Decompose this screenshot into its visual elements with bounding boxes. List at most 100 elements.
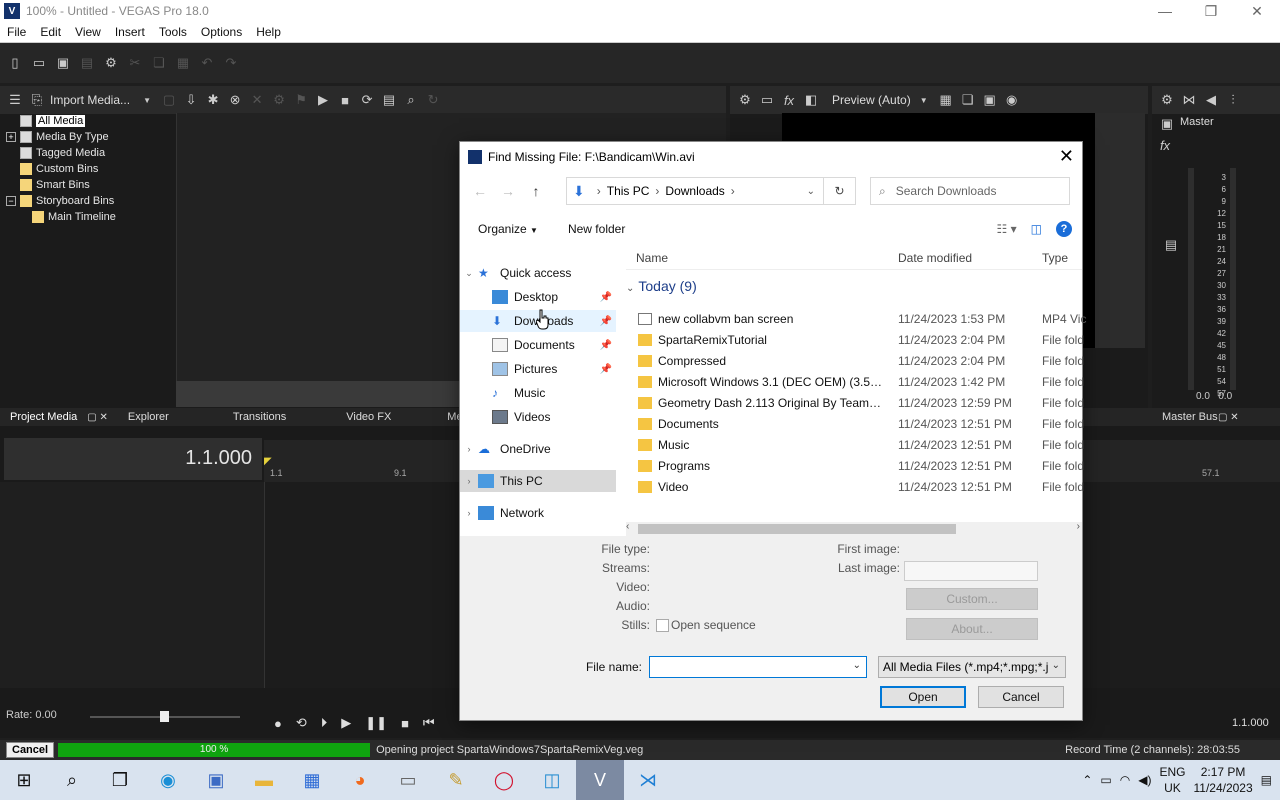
delete-icon[interactable]: ✕ xyxy=(248,91,266,109)
tree-item-all-media[interactable]: All Media xyxy=(6,113,171,129)
save-snapshot-icon[interactable]: ▣ xyxy=(981,91,999,109)
menu-file[interactable]: File xyxy=(0,25,33,39)
task-view-icon[interactable]: ❐ xyxy=(96,760,144,800)
file-row[interactable]: Compressed 11/24/2023 2:04 PM File fold xyxy=(626,350,1084,371)
preview-pane-icon[interactable]: ◫ xyxy=(1031,222,1042,236)
nav-desktop[interactable]: Desktop 📌 xyxy=(460,286,616,308)
play-icon[interactable]: ▶ xyxy=(341,715,351,731)
back-arrow-icon[interactable]: ← xyxy=(466,183,494,199)
scroll-left-icon[interactable]: ‹ xyxy=(626,521,629,532)
nav-network[interactable]: › Network xyxy=(460,502,616,524)
go-to-start-icon[interactable]: ⏮ xyxy=(423,715,435,731)
nav-this-pc[interactable]: › This PC xyxy=(460,470,616,492)
copy-icon[interactable]: ❏ xyxy=(150,54,168,72)
tab-master-bus[interactable]: Master Bus xyxy=(1152,411,1228,423)
loop-icon[interactable]: ⟲ xyxy=(296,715,307,731)
record-icon[interactable]: ● xyxy=(274,716,282,731)
nav-videos[interactable]: Videos xyxy=(460,406,616,428)
file-row[interactable]: Music 11/24/2023 12:51 PM File fold xyxy=(626,434,1084,455)
chevron-right-icon[interactable]: › xyxy=(460,508,478,518)
get-media-icon[interactable]: ⇩ xyxy=(182,91,200,109)
cut-icon[interactable]: ✂ xyxy=(126,54,144,72)
tree-item-storyboard-bins[interactable]: − Storyboard Bins xyxy=(6,193,171,209)
file-name-input[interactable]: ⌄ xyxy=(649,656,867,678)
file-type-select[interactable]: All Media Files (*.mp4;*.mpg;*.j ⌄ xyxy=(878,656,1066,678)
opera-icon[interactable]: ◯ xyxy=(480,760,528,800)
fx-icon[interactable]: fx xyxy=(1156,136,1174,154)
tab-close-icon[interactable]: ▢ ✕ xyxy=(87,412,108,423)
start-windows-icon[interactable]: ⊞ xyxy=(0,760,48,800)
file-row[interactable]: SpartaRemixTutorial 11/24/2023 2:04 PM Fil… xyxy=(626,329,1084,350)
chevron-up-icon[interactable]: ⌃ xyxy=(1082,773,1092,787)
menu-help[interactable]: Help xyxy=(249,25,288,39)
menu-view[interactable]: View xyxy=(68,25,108,39)
play-from-start-icon[interactable]: ⏵ xyxy=(321,715,328,731)
views-icon[interactable]: ▤ xyxy=(380,91,398,109)
file-row[interactable]: Programs 11/24/2023 12:51 PM File fold xyxy=(626,455,1084,476)
minimize-button[interactable]: — xyxy=(1142,0,1188,22)
menu-edit[interactable]: Edit xyxy=(33,25,68,39)
network-icon[interactable]: ▭ xyxy=(1100,773,1111,787)
media-fx-icon[interactable]: ✱ xyxy=(204,91,222,109)
column-date-modified[interactable]: Date modified xyxy=(898,251,972,265)
copy-snapshot-icon[interactable]: ❏ xyxy=(959,91,977,109)
search-input[interactable]: ⌕ Search Downloads xyxy=(870,177,1070,205)
file-row[interactable]: new collabvm ban screen 11/24/2023 1:53 P… xyxy=(626,308,1086,329)
stop-icon[interactable]: ■ xyxy=(401,716,409,731)
nav-music[interactable]: ♪ Music xyxy=(460,382,616,404)
expand-icon[interactable]: + xyxy=(6,132,16,142)
fader-handle-icon[interactable]: ▤ xyxy=(1162,236,1180,254)
chevron-right-icon[interactable]: › xyxy=(460,476,478,486)
file-row[interactable]: Documents 11/24/2023 12:51 PM File fold xyxy=(626,413,1084,434)
control-panel-icon[interactable]: ▣ xyxy=(192,760,240,800)
effects-icon[interactable]: ⚑ xyxy=(292,91,310,109)
capture-app-icon[interactable]: ◫ xyxy=(528,760,576,800)
remove-unused-icon[interactable]: ⊗ xyxy=(226,91,244,109)
chevron-down-icon[interactable]: ⌄ xyxy=(460,268,478,279)
file-row[interactable]: Microsoft Windows 3.1 (DEC OEM) (3.5-1..… xyxy=(626,371,1084,392)
search-icon[interactable]: ⌕ xyxy=(48,760,96,800)
nav-documents[interactable]: Documents 📌 xyxy=(460,334,616,356)
paste-icon[interactable]: ▦ xyxy=(174,54,192,72)
breadcrumb-this-pc[interactable]: This PC xyxy=(607,184,650,198)
chevron-down-icon[interactable]: ▼ xyxy=(138,91,156,109)
refresh-icon[interactable]: ↻ xyxy=(824,177,856,205)
cancel-button[interactable]: Cancel xyxy=(978,686,1064,708)
maximize-button[interactable]: ❐ xyxy=(1188,0,1234,22)
chevron-down-icon[interactable]: ⌄ xyxy=(807,186,815,197)
menu-options[interactable]: Options xyxy=(194,25,249,39)
downmix-icon[interactable]: ⋈ xyxy=(1180,91,1198,109)
new-folder-button[interactable]: New folder xyxy=(538,222,625,236)
grid-icon[interactable]: ▦ xyxy=(937,91,955,109)
chevron-down-icon[interactable]: ▼ xyxy=(915,91,933,109)
fx-icon[interactable]: fx xyxy=(780,91,798,109)
forward-arrow-icon[interactable]: → xyxy=(494,183,522,199)
preview-quality-dropdown[interactable]: Preview (Auto) xyxy=(832,93,911,107)
tab-transitions[interactable]: Transitions xyxy=(223,411,296,423)
firefox-icon[interactable]: ◕ xyxy=(336,760,384,800)
tree-item-smart-bins[interactable]: Smart Bins xyxy=(6,177,171,193)
close-button[interactable]: ✕ xyxy=(1234,0,1280,22)
view-options-icon[interactable]: ☷ ▾ xyxy=(997,222,1017,236)
split-screen-icon[interactable]: ◧ xyxy=(802,91,820,109)
tab-explorer[interactable]: Explorer xyxy=(118,411,179,423)
column-name[interactable]: Name xyxy=(636,251,668,265)
speaker-icon[interactable]: ◀ xyxy=(1202,91,1220,109)
capture-icon[interactable]: ▢ xyxy=(160,91,178,109)
playhead-marker-icon[interactable]: ◤ xyxy=(264,456,272,467)
auto-preview-icon[interactable]: ⟳ xyxy=(358,91,376,109)
menu-tools[interactable]: Tools xyxy=(152,25,194,39)
vscode-icon[interactable]: ⋊ xyxy=(624,760,672,800)
undo-icon[interactable]: ↶ xyxy=(198,54,216,72)
organize-button[interactable]: Organize ▼ xyxy=(460,222,538,236)
properties-icon[interactable]: ⚙ xyxy=(270,91,288,109)
notifications-icon[interactable]: ▤ xyxy=(1261,773,1272,787)
tab-project-media[interactable]: Project Media xyxy=(0,411,87,423)
gear-icon[interactable]: ⚙ xyxy=(736,91,754,109)
tool-app-icon[interactable]: ✎ xyxy=(432,760,480,800)
collapse-icon[interactable]: − xyxy=(6,196,16,206)
store-icon[interactable]: ▦ xyxy=(288,760,336,800)
tree-item-custom-bins[interactable]: Custom Bins xyxy=(6,161,171,177)
pause-icon[interactable]: ❚❚ xyxy=(365,715,387,731)
import-media-button[interactable]: Import Media... xyxy=(50,93,130,107)
